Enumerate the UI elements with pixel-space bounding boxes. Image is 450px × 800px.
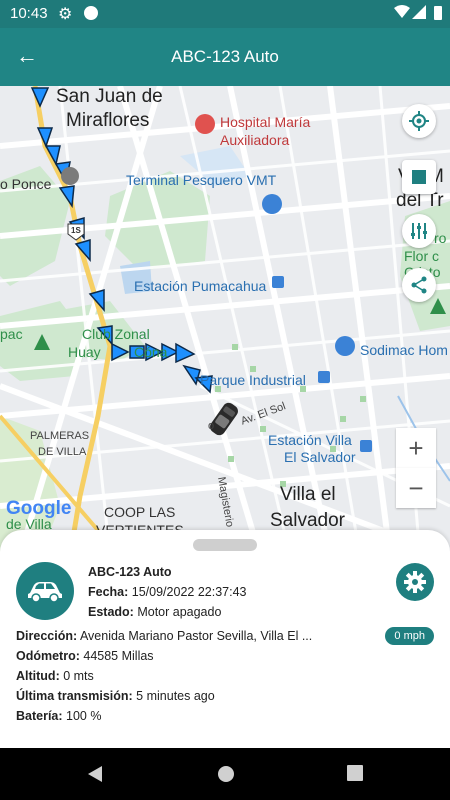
google-logo: Google [6,498,72,519]
map-label-sodimac: Sodimac Hom [360,342,448,358]
map-label-parque: Parque Industrial [200,372,306,388]
direccion-label: Dirección: [16,629,78,643]
map-label-auxiliadora: Auxiliadora [220,132,290,148]
estado-value: Motor apagado [137,605,222,619]
notification-dot-icon [84,6,98,20]
bateria-label: Batería: [16,709,63,723]
sheet-drag-handle[interactable] [193,539,257,551]
share-button[interactable] [402,268,436,302]
map-label-villa-el: Villa el [280,484,336,505]
estado-row: Estado: Motor apagado [88,605,221,619]
transmision-value: 5 minutes ago [136,689,215,703]
system-nav-bar [0,748,450,800]
fecha-row: Fecha: 15/09/2022 22:37:43 [88,585,246,599]
square-icon [412,170,426,184]
gear-icon [404,571,426,593]
transmision-label: Última transmisión: [16,689,133,703]
transmision-row: Última transmisión: 5 minutes ago [16,689,215,703]
map-type-button[interactable] [402,160,436,194]
map-label-hospital: Hospital María [220,114,311,130]
map-label-de-villa-palmeras: DE VILLA [38,446,87,458]
share-icon [411,276,427,294]
vehicle-info-sheet: ABC-123 Auto Fecha: 15/09/2022 22:37:43 … [0,530,450,748]
map-label-salvador: Salvador [270,510,345,531]
status-time: 10:43 [10,5,48,22]
map-label-el-salvador: El Salvador [284,449,356,465]
map-label-club-cona: Cóna [134,344,168,360]
map-label-club-zonal: Club Zonal [82,326,150,342]
altitud-row: Altitud: 0 mts [16,669,94,683]
fecha-value: 15/09/2022 22:37:43 [131,585,247,599]
app-bar: ← ABC-123 Auto [0,28,450,86]
estado-label: Estado: [88,605,134,619]
status-bar: 10:43 ⚙ [0,0,450,28]
map-label-coop: COOP LAS [104,504,176,520]
direccion-value: Avenida Mariano Pastor Sevilla, Villa El… [79,629,313,643]
map-label-ponce: o Ponce [0,176,52,192]
my-location-icon [409,111,429,131]
map-label-palmeras: PALMERAS [30,430,90,442]
nav-back-icon[interactable] [86,764,104,784]
vehicle-settings-button[interactable] [396,563,434,601]
altitud-value: 0 mts [63,669,94,683]
tune-icon [411,223,427,239]
bateria-value: 100 % [66,709,102,723]
map-label-san-juan: San Juan de [56,86,163,107]
map-label-terminal: Terminal Pesquero VMT [126,172,277,188]
car-marker-label: o [208,420,215,432]
nav-home-icon[interactable] [216,764,236,784]
map-label-club-huay: Huay [68,344,101,360]
map-label-miraflores: Miraflores [66,110,150,131]
nav-recents-icon[interactable] [346,764,364,782]
highway-shield-label: 1S [71,226,81,235]
battery-icon [434,6,442,20]
altitud-label: Altitud: [16,669,60,683]
vehicle-name: ABC-123 Auto [88,565,172,579]
map-label-estacion-pumacahua: Estación Pumacahua [134,278,267,294]
signal-icon [412,5,426,19]
bateria-row: Batería: 100 % [16,709,101,723]
zoom-in-button[interactable]: + [396,428,436,468]
odometro-value: 44585 Millas [83,649,154,663]
zoom-out-button[interactable]: − [396,468,436,508]
filter-button[interactable] [402,214,436,248]
direccion-row: Dirección: Avenida Mariano Pastor Sevill… [16,629,312,643]
vehicle-avatar [16,562,74,620]
odometro-row: Odómetro: 44585 Millas [16,649,154,663]
speed-badge: 0 mph [385,627,434,645]
wifi-icon [394,5,410,18]
fecha-label: Fecha: [88,585,129,599]
my-location-button[interactable] [402,104,436,138]
map-label-estacion-villa: Estación Villa [268,432,352,448]
map-label-right-flor: Flor c [404,248,439,264]
page-title: ABC-123 Auto [171,47,279,66]
settings-status-icon: ⚙ [58,6,73,23]
odometro-label: Odómetro: [16,649,80,663]
map-label-pac: pac [0,326,23,342]
car-icon [28,582,62,603]
map-view[interactable]: San Juan de Miraflores Hospital María Au… [0,86,450,556]
